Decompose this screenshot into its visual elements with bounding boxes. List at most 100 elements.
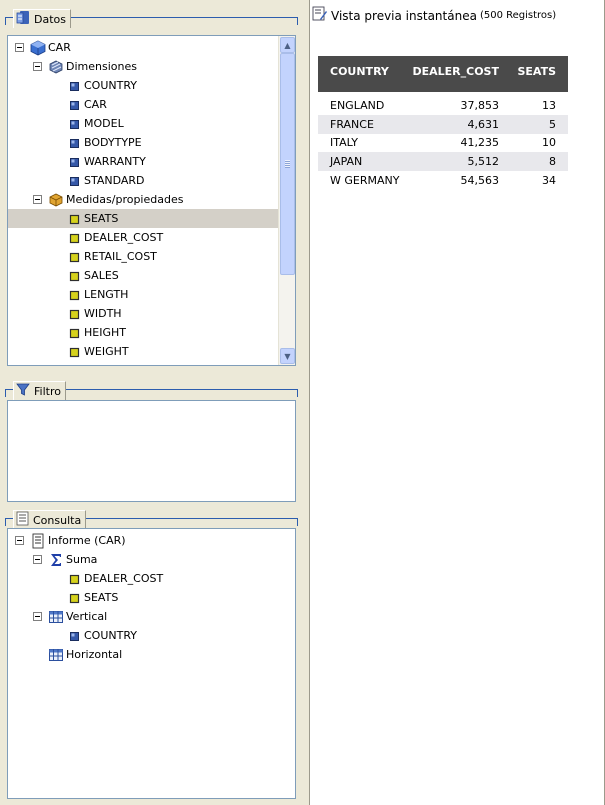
preview-icon xyxy=(312,6,328,25)
tree-item-country[interactable]: COUNTRY xyxy=(8,76,295,95)
dimension-field-icon xyxy=(66,97,82,113)
tree-item-label: CAR xyxy=(84,98,107,111)
datos-tab[interactable]: Datos xyxy=(13,9,71,28)
consulta-tab[interactable]: Consulta xyxy=(13,510,87,529)
filtro-title: Filtro xyxy=(34,384,61,398)
dimensions-icon xyxy=(48,59,64,75)
measure-field-icon xyxy=(66,211,82,227)
collapse-toggle-icon[interactable] xyxy=(33,195,42,204)
tree-item-dealer-cost[interactable]: DEALER_COST xyxy=(8,569,295,588)
tree-item-model[interactable]: MODEL xyxy=(8,114,295,133)
dimension-field-icon xyxy=(66,154,82,170)
dealer-cost-cell: 41,235 xyxy=(460,136,500,150)
country-cell: W GERMANY xyxy=(330,173,400,187)
tree-item-width[interactable]: WIDTH xyxy=(8,304,295,323)
tree-item-sales[interactable]: SALES xyxy=(8,266,295,285)
table-row: FRANCE 4,631 5 xyxy=(318,114,568,134)
country-cell: ENGLAND xyxy=(330,99,385,112)
funnel-icon xyxy=(16,382,30,400)
document-icon xyxy=(16,511,29,529)
column-header-country[interactable]: COUNTRY xyxy=(330,65,389,78)
dealer-cost-cell: 5,512 xyxy=(467,155,500,169)
consulta-panel: Consulta Informe (CAR) Suma DEALER_COST SEA… xyxy=(5,507,298,801)
table-row: JAPAN 5,512 8 xyxy=(318,152,568,172)
tree-item-country[interactable]: COUNTRY xyxy=(8,626,295,645)
tree-item-retail-cost[interactable]: RETAIL_COST xyxy=(8,247,295,266)
tree-item-label: HEIGHT xyxy=(84,326,126,339)
scroll-down-button[interactable]: ▼ xyxy=(280,348,295,364)
measure-field-icon xyxy=(66,590,82,606)
consulta-header: Consulta xyxy=(5,507,298,529)
table-row: W GERMANY 54,563 34 xyxy=(318,171,568,190)
tree-item-medidas-propiedades[interactable]: Medidas/propiedades xyxy=(8,190,295,209)
tree-item-seats[interactable]: SEATS xyxy=(8,588,295,607)
scroll-thumb[interactable] xyxy=(280,53,295,275)
seats-cell: 10 xyxy=(542,136,556,150)
tree-item-bodytype[interactable]: BODYTYPE xyxy=(8,133,295,152)
table-row: ITALY 41,235 10 xyxy=(318,133,568,152)
dimension-field-icon xyxy=(66,173,82,189)
collapse-toggle-icon[interactable] xyxy=(15,43,24,52)
tree-item-label: RETAIL_COST xyxy=(84,250,157,263)
left-panel: Datos CAR Dimensiones COUNTRY CAR MODEL BODYT… xyxy=(0,0,305,805)
column-header-dealer-cost[interactable]: DEALER_COST xyxy=(412,65,499,78)
datos-title: Datos xyxy=(34,12,66,26)
tree-item-car[interactable]: CAR xyxy=(8,95,295,114)
consulta-tree-box: Informe (CAR) Suma DEALER_COST SEATS Vertica… xyxy=(7,528,296,799)
datos-scrollbar[interactable]: ▲ ▼ xyxy=(278,36,295,365)
measure-field-icon xyxy=(66,249,82,265)
tree-item-car[interactable]: CAR xyxy=(8,38,295,57)
tree-item-label: Dimensiones xyxy=(66,60,137,73)
tree-item-weight[interactable]: WEIGHT xyxy=(8,342,295,361)
collapse-toggle-icon[interactable] xyxy=(15,536,24,545)
scroll-up-button[interactable]: ▲ xyxy=(280,37,295,53)
dealer-cost-cell: 4,631 xyxy=(467,117,500,131)
seats-cell: 5 xyxy=(549,117,556,131)
column-header-seats[interactable]: SEATS xyxy=(517,65,556,78)
tree-item-informe-car[interactable]: Informe (CAR) xyxy=(8,531,295,550)
measure-field-icon xyxy=(66,230,82,246)
tree-item-label: WARRANTY xyxy=(84,155,146,168)
filtro-tab[interactable]: Filtro xyxy=(13,381,66,400)
measure-field-icon xyxy=(66,287,82,303)
datos-header: Datos xyxy=(5,6,298,28)
datos-tree-box: CAR Dimensiones COUNTRY CAR MODEL BODYTYPE WAR… xyxy=(7,35,296,366)
collapse-toggle-icon[interactable] xyxy=(33,612,42,621)
tree-item-label: DEALER_COST xyxy=(84,572,164,585)
country-cell: JAPAN xyxy=(330,155,363,169)
tree-item-dimensiones[interactable]: Dimensiones xyxy=(8,57,295,76)
tree-item-seats[interactable]: SEATS xyxy=(8,209,295,228)
tree-item-label: CAR xyxy=(48,41,71,54)
tree-item-height[interactable]: HEIGHT xyxy=(8,323,295,342)
filtro-panel: Filtro xyxy=(5,378,298,504)
database-icon xyxy=(16,10,30,28)
tree-item-label: MODEL xyxy=(84,117,124,130)
tree-item-label: WIDTH xyxy=(84,307,122,320)
collapse-toggle-icon[interactable] xyxy=(33,555,42,564)
measure-field-icon xyxy=(66,571,82,587)
report-icon xyxy=(30,533,46,549)
tree-item-dealer-cost[interactable]: DEALER_COST xyxy=(8,228,295,247)
tree-item-suma[interactable]: Suma xyxy=(8,550,295,569)
tree-item-label: Medidas/propiedades xyxy=(66,193,184,206)
sum-icon xyxy=(48,552,64,568)
tree-item-vertical[interactable]: Vertical xyxy=(8,607,295,626)
tree-item-horizontal[interactable]: Horizontal xyxy=(8,645,295,664)
collapse-toggle-icon[interactable] xyxy=(33,62,42,71)
consulta-title: Consulta xyxy=(33,513,82,527)
tree-item-warranty[interactable]: WARRANTY xyxy=(8,152,295,171)
measure-field-icon xyxy=(66,306,82,322)
table-row: ENGLAND 37,853 13 xyxy=(318,96,568,115)
tree-item-standard[interactable]: STANDARD xyxy=(8,171,295,190)
tree-item-label: Informe (CAR) xyxy=(48,534,126,547)
dimension-field-icon xyxy=(66,135,82,151)
filtro-drop-area[interactable] xyxy=(7,400,296,502)
seats-cell: 8 xyxy=(549,155,556,169)
tree-item-label: COUNTRY xyxy=(84,79,137,92)
country-cell: FRANCE xyxy=(330,117,374,131)
tree-item-length[interactable]: LENGTH xyxy=(8,285,295,304)
tree-item-label: LENGTH xyxy=(84,288,129,301)
tree-item-label: STANDARD xyxy=(84,174,145,187)
tree-item-wheelbase[interactable]: WHEELBASE xyxy=(8,361,295,365)
tree-item-label: DEALER_COST xyxy=(84,231,164,244)
